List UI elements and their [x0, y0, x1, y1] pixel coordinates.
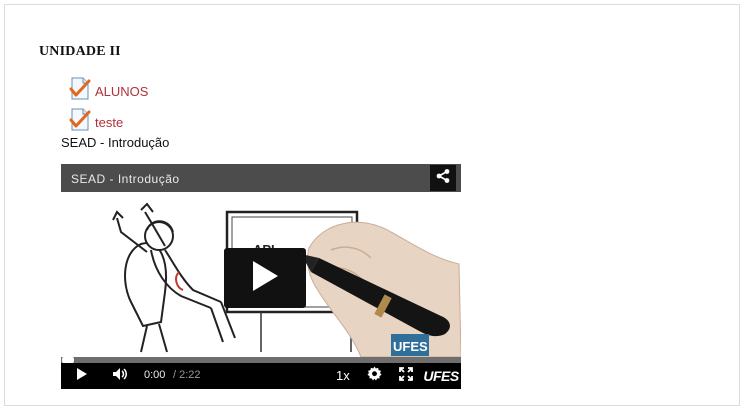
video-player[interactable]: API UFES SEAD - Introdução — [61, 164, 461, 389]
ufes-logo[interactable]: UFES — [423, 363, 459, 389]
duration: / 2:22 — [173, 369, 201, 381]
resource-item-teste[interactable]: teste — [69, 108, 123, 131]
video-caption: SEAD - Introdução — [61, 135, 170, 150]
fullscreen-icon — [399, 366, 413, 386]
current-time: 0:00 — [144, 369, 166, 381]
share-button[interactable] — [430, 165, 456, 191]
alunos-link[interactable]: ALUNOS — [95, 84, 148, 99]
volume-icon — [112, 367, 128, 386]
play-icon — [251, 260, 279, 297]
resource-item-alunos[interactable]: ALUNOS — [69, 77, 148, 100]
video-title[interactable]: SEAD - Introdução — [71, 172, 180, 186]
playback-speed[interactable]: 1x — [336, 368, 350, 383]
gear-icon — [366, 366, 382, 386]
section-heading: UNIDADE II — [39, 44, 121, 59]
checked-document-icon — [69, 108, 92, 131]
video-titlebar: SEAD - Introdução — [61, 164, 461, 192]
ufes-logo-mark: UFES — [423, 368, 459, 384]
fullscreen-button[interactable] — [395, 363, 417, 389]
play-icon — [76, 367, 88, 386]
control-play-button[interactable] — [71, 363, 93, 389]
control-bar: 0:00 / 2:22 1x UFES — [61, 363, 461, 389]
share-icon — [435, 168, 451, 189]
volume-button[interactable] — [109, 363, 131, 389]
settings-button[interactable] — [363, 363, 385, 389]
play-button[interactable] — [224, 248, 306, 308]
svg-text:UFES: UFES — [393, 339, 428, 354]
checked-document-icon — [69, 77, 92, 100]
teste-link[interactable]: teste — [95, 115, 123, 130]
